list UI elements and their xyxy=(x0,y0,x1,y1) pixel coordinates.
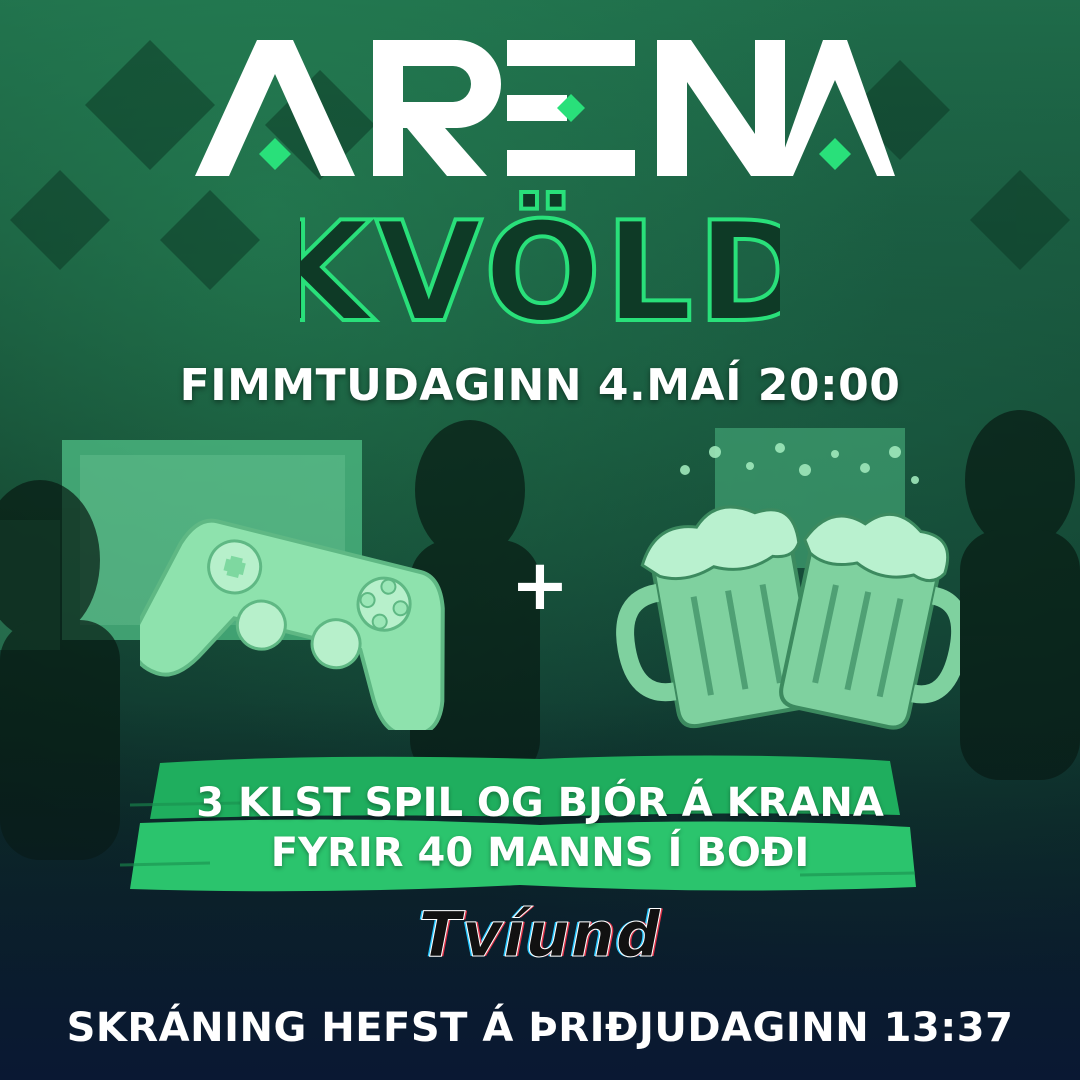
plus-icon: + xyxy=(510,544,570,626)
event-poster: KVÖLD FIMMTUDAGINN 4.MAÍ 20:00 + 3 KLST … xyxy=(0,0,1080,1080)
kvold-text: KVÖLD xyxy=(300,192,780,338)
event-date-time: FIMMTUDAGINN 4.MAÍ 20:00 xyxy=(179,360,901,411)
gamepad-icon xyxy=(140,518,445,730)
registration-info: SKRÁNING HEFST Á ÞRIÐJUDAGINN 13:37 xyxy=(66,1005,1014,1051)
sponsor-logo-tviund: Tvíund xyxy=(418,898,662,972)
kvold-headline: KVÖLD xyxy=(300,190,780,338)
offer-line-2: FYRIR 40 MANNS Í BOÐI xyxy=(270,830,810,876)
offer-line-1: 3 KLST SPIL OG BJÓR Á KRANA xyxy=(196,780,884,826)
beer-mugs-icon xyxy=(616,443,960,730)
arena-logo xyxy=(195,40,895,176)
